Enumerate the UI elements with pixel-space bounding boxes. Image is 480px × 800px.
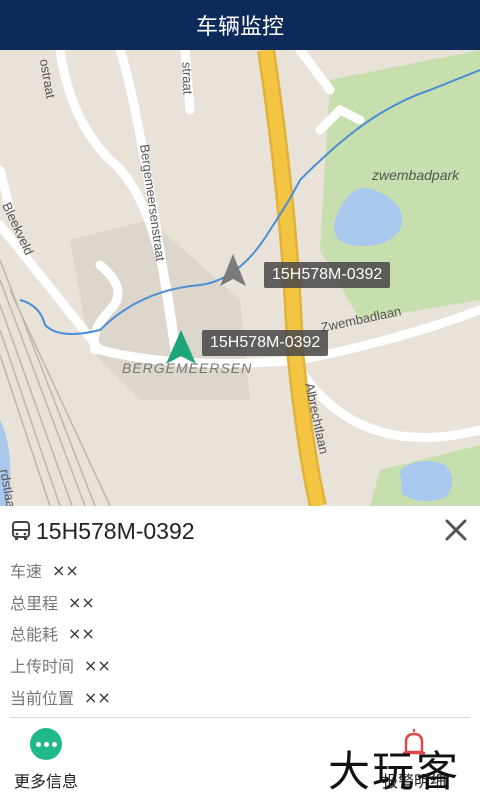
divider (10, 717, 470, 718)
vehicle-label[interactable]: 15H578M-0392 (202, 330, 329, 356)
vehicle-label[interactable]: 15H578M-0392 (264, 262, 391, 288)
field-value: ×× (84, 687, 111, 707)
info-row-mileage: 总里程 ×× (10, 590, 95, 614)
street-label: straat (179, 62, 195, 95)
field-label: 上传时间 (10, 657, 75, 676)
more-info-button[interactable]: 更多信息 (14, 728, 78, 792)
district-label: BERGEMEERSEN (122, 360, 252, 376)
app-header: 车辆监控 (0, 0, 480, 50)
info-row-location: 当前位置 ×× (10, 685, 111, 709)
field-value: ×× (52, 560, 79, 580)
info-row-speed: 车速 ×× (10, 558, 79, 582)
street-label: zwembadpark (371, 167, 460, 183)
field-label: 总里程 (10, 594, 59, 613)
field-value: ×× (68, 623, 95, 643)
page-title: 车辆监控 (195, 15, 284, 40)
map-view[interactable]: ostraat straat Bergemeersenstraat Bleekv… (0, 50, 480, 506)
vehicle-title: 15H578M-0392 (10, 516, 195, 546)
field-value: ×× (84, 655, 111, 675)
bus-icon (12, 521, 30, 540)
map-canvas[interactable]: ostraat straat Bergemeersenstraat Bleekv… (0, 50, 480, 506)
water-area (400, 461, 453, 502)
more-info-label: 更多信息 (14, 772, 79, 791)
close-icon[interactable] (442, 516, 470, 544)
watermark: 大玩客 (328, 747, 461, 796)
field-label: 总能耗 (10, 625, 59, 644)
more-dots-icon (30, 728, 62, 760)
field-label: 当前位置 (10, 689, 75, 708)
field-value: ×× (68, 592, 95, 612)
info-row-upload-time: 上传时间 ×× (10, 653, 111, 677)
vehicle-plate: 15H578M-0392 (36, 517, 195, 544)
field-label: 车速 (10, 562, 43, 581)
info-row-energy: 总能耗 ×× (10, 621, 95, 645)
